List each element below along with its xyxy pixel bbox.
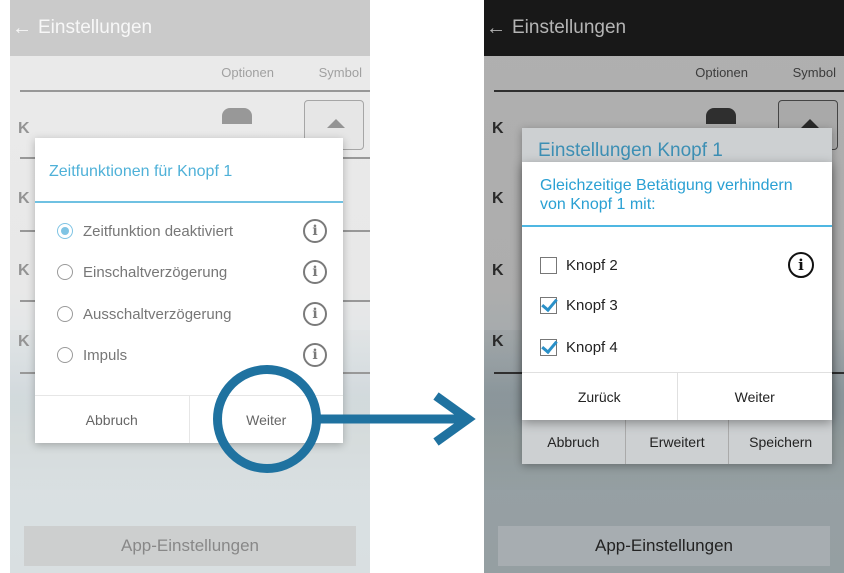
transition-arrow-icon <box>320 392 476 446</box>
screenshot-comparison: ← Einstellungen Optionen Symbol K K K K … <box>0 0 844 573</box>
